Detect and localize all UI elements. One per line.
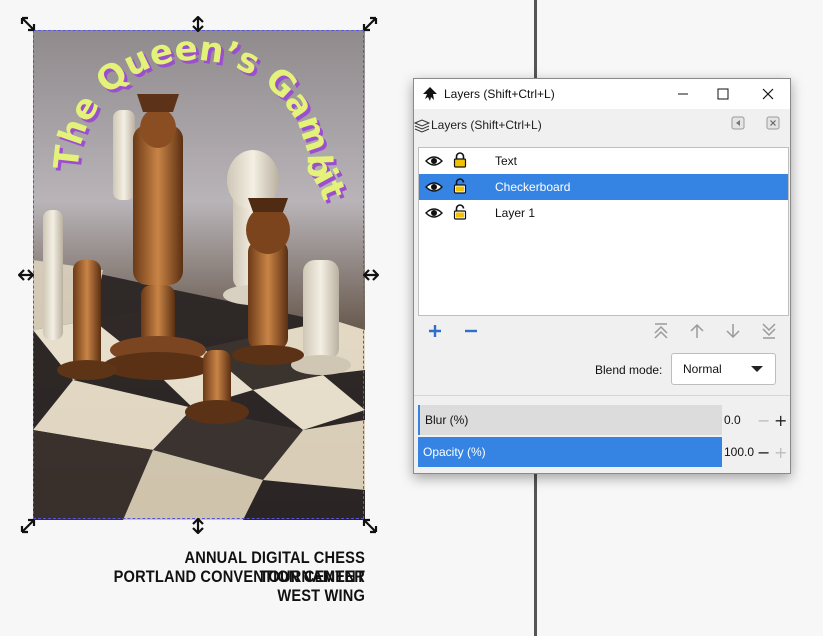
raise-icon [690,323,704,338]
eye-visible-icon[interactable] [425,153,443,172]
layer-list: Text Checkerboard Layer 1 [418,147,789,316]
resize-handle-left-icon[interactable] [18,267,34,283]
resize-handle-top-left-icon[interactable] [20,16,36,32]
blend-mode-value: Normal [683,362,722,376]
layer-row-layer-1[interactable]: Layer 1 [419,200,788,226]
dialog-title: Layers (Shift+Ctrl+L) [444,87,555,101]
inkscape-logo-icon [422,86,438,102]
blur-decrement-icon[interactable]: − [757,413,770,429]
add-layer-button[interactable] [426,322,444,340]
resize-handle-bottom-icon[interactable] [190,518,206,534]
resize-handle-right-icon[interactable] [363,267,379,283]
blend-mode-dropdown[interactable]: Normal [671,353,776,385]
resize-handle-top-icon[interactable] [190,16,206,32]
layer-row-text[interactable]: Text [419,148,788,174]
remove-layer-button[interactable] [462,322,480,340]
caption-line-2[interactable]: PORTLAND CONVENTION CENTER [86,567,366,586]
plus-icon [429,325,441,337]
eye-visible-icon[interactable] [425,205,443,224]
layers-dialog: Layers (Shift+Ctrl+L) Layers (Shift+Ctrl… [413,78,791,474]
resize-handle-bottom-left-icon[interactable] [20,518,36,534]
close-button[interactable] [745,79,791,109]
divider [414,395,790,396]
raise-to-top-icon [654,323,668,339]
eye-visible-icon[interactable] [425,179,443,198]
blur-slider[interactable]: Blur (%) [418,405,722,435]
dropdown-arrow-icon [751,366,763,372]
lower-to-bottom-icon [762,323,776,339]
layer-name: Text [495,154,518,168]
raise-layer-button[interactable] [688,322,706,340]
close-icon [762,88,774,100]
lock-open-icon[interactable] [453,204,467,224]
maximize-button[interactable] [700,79,746,109]
chess-poster-artwork[interactable]: The Queen’s Gambit The Queen’s Gambit [33,30,365,520]
lower-icon [726,324,740,339]
opacity-slider[interactable]: Opacity (%) [418,437,722,467]
blur-label: Blur (%) [425,413,469,427]
layers-icon [413,118,431,133]
dock-tab-label[interactable]: Layers (Shift+Ctrl+L) [431,118,542,132]
lower-to-bottom-button[interactable] [760,322,778,340]
opacity-increment-icon[interactable]: + [774,445,787,461]
close-panel-button[interactable] [766,116,780,130]
lock-closed-icon[interactable] [453,152,467,172]
caption-line-3[interactable]: WEST WING [86,586,366,605]
blend-mode-label: Blend mode: [595,363,663,377]
lower-layer-button[interactable] [724,322,742,340]
maximize-icon [717,88,729,100]
resize-handle-bottom-right-icon[interactable] [362,518,378,534]
undock-button[interactable] [731,116,745,130]
resize-handle-top-right-icon[interactable] [362,16,378,32]
layer-name: Checkerboard [495,180,571,194]
blur-increment-icon[interactable]: + [774,413,787,429]
close-panel-icon [766,116,780,130]
lock-open-icon[interactable] [453,178,467,198]
layer-row-checkerboard[interactable]: Checkerboard [419,174,788,200]
blur-value[interactable]: 0.0 [724,413,741,427]
opacity-label: Opacity (%) [423,445,486,459]
raise-to-top-button[interactable] [652,322,670,340]
dock-tab-bar: Layers (Shift+Ctrl+L) [413,109,790,139]
minus-icon [465,329,477,333]
opacity-decrement-icon[interactable]: − [757,445,770,461]
dialog-titlebar[interactable]: Layers (Shift+Ctrl+L) [414,79,790,109]
collapse-left-icon [731,116,745,130]
layer-name: Layer 1 [495,206,536,220]
opacity-value[interactable]: 100.0 [724,445,754,459]
chess-photo: The Queen’s Gambit The Queen’s Gambit [33,30,365,520]
